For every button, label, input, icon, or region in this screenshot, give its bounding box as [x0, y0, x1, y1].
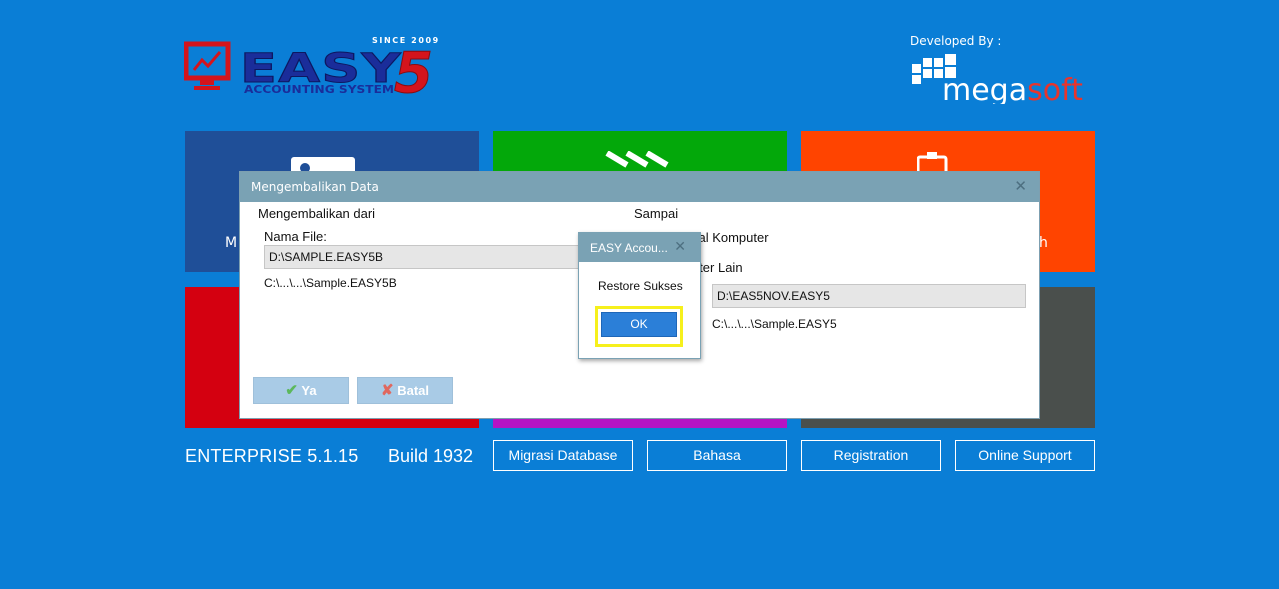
restore-dialog-title: Mengembalikan Data — [251, 180, 379, 194]
megasoft-brand-part1: mega — [942, 73, 1027, 104]
ok-button[interactable]: OK — [601, 312, 677, 337]
file-name-input[interactable]: D:\SAMPLE.EASY5B — [264, 245, 584, 269]
monitor-chart-icon — [184, 41, 231, 90]
build-label: Build 1932 — [388, 446, 474, 466]
version-five-text: 5 — [394, 41, 433, 102]
online-support-button[interactable]: Online Support — [955, 440, 1095, 471]
close-icon[interactable]: ✕ — [1014, 177, 1027, 195]
file-name-label: Nama File: — [264, 229, 327, 244]
restore-success-messagebox: EASY Accou... ✕ Restore Sukses OK — [578, 232, 701, 359]
cancel-button[interactable]: ✘ Batal — [357, 377, 453, 404]
bahasa-button[interactable]: Bahasa — [647, 440, 787, 471]
restore-from-label: Mengembalikan dari — [258, 206, 376, 221]
close-icon[interactable]: ✕ — [674, 239, 686, 255]
megasoft-brand-part2: soft — [1027, 73, 1083, 104]
easy5-logo: SINCE 2009 EASY 5 ACCOUNTING SYSTEM — [184, 36, 438, 102]
target-file-input[interactable]: D:\EAS5NOV.EASY5 — [712, 284, 1026, 308]
messagebox-titlebar[interactable]: EASY Accou... ✕ — [579, 233, 700, 262]
restore-dialog-titlebar[interactable]: Mengembalikan Data ✕ — [240, 172, 1039, 202]
registration-button[interactable]: Registration — [801, 440, 941, 471]
cancel-button-label: Batal — [397, 383, 429, 398]
migrasi-database-button[interactable]: Migrasi Database — [493, 440, 633, 471]
cross-icon: ✘ — [381, 382, 394, 399]
source-path-text: C:\...\...\Sample.EASY5B — [264, 276, 397, 290]
megasoft-brand-text: megasoft — [942, 73, 1083, 104]
developed-by-label: Developed By : — [910, 34, 1002, 48]
edition-label: ENTERPRISE 5.1.15 — [185, 446, 359, 466]
target-label: Sampai — [634, 206, 679, 221]
yes-button[interactable]: ✔ Ya — [253, 377, 349, 404]
target-path-text: C:\...\...\Sample.EASY5 — [712, 317, 837, 331]
messagebox-title: EASY Accou... — [590, 241, 668, 255]
yes-button-label: Ya — [301, 383, 317, 398]
tile-1-label: M — [225, 235, 238, 251]
megasoft-logo: megasoft — [912, 54, 1083, 104]
tile-3-label: h — [1039, 235, 1048, 251]
messagebox-message: Restore Sukses — [598, 279, 683, 293]
accounting-system-text: ACCOUNTING SYSTEM — [244, 83, 394, 96]
check-icon: ✔ — [285, 382, 298, 399]
